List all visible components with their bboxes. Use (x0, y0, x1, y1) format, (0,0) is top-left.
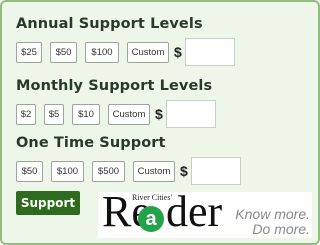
annual-currency-symbol: $ (174, 44, 182, 60)
onetime-option-custom[interactable]: Custom (133, 160, 175, 182)
logo-der: der (166, 187, 223, 236)
monthly-option-custom[interactable]: Custom (108, 103, 150, 125)
onetime-option-500[interactable]: $500 (92, 160, 125, 182)
support-widget: Annual Support Levels $25 $50 $100 Custo… (0, 0, 320, 245)
monthly-heading: Monthly Support Levels (16, 78, 213, 94)
monthly-section: Monthly Support Levels $2 $5 $10 Custom … (16, 78, 216, 128)
monthly-option-5[interactable]: $5 (44, 103, 64, 125)
monthly-options: $2 $5 $10 Custom $ (16, 100, 216, 128)
ad-tagline: Know more. Do more. (235, 207, 310, 237)
onetime-section: One Time Support $50 $100 $500 Custom $ (16, 135, 241, 185)
onetime-heading: One Time Support (16, 135, 166, 151)
tagline-line-1: Know more. (235, 206, 310, 222)
onetime-option-50[interactable]: $50 (16, 160, 43, 182)
onetime-option-100[interactable]: $100 (51, 160, 84, 182)
monthly-option-10[interactable]: $10 (72, 103, 100, 125)
monthly-currency-symbol: $ (155, 106, 163, 122)
annual-option-50[interactable]: $50 (50, 41, 77, 63)
annual-option-25[interactable]: $25 (16, 41, 42, 63)
annual-section: Annual Support Levels $25 $50 $100 Custo… (16, 16, 235, 66)
annual-options: $25 $50 $100 Custom $ (16, 38, 235, 66)
monthly-option-2[interactable]: $2 (16, 103, 36, 125)
logo-at-icon: a (138, 206, 164, 232)
annual-custom-amount-input[interactable] (184, 38, 235, 66)
annual-option-100[interactable]: $100 (85, 41, 119, 63)
onetime-options: $50 $100 $500 Custom $ (16, 157, 241, 185)
river-cities-reader-ad[interactable]: River Cities' Re a der Know more. Do mor… (98, 187, 312, 238)
monthly-custom-amount-input[interactable] (165, 100, 216, 128)
annual-option-custom[interactable]: Custom (127, 41, 169, 63)
support-button[interactable]: Support (16, 191, 80, 215)
onetime-currency-symbol: $ (180, 163, 188, 179)
annual-heading: Annual Support Levels (16, 16, 203, 32)
onetime-custom-amount-input[interactable] (190, 157, 241, 185)
tagline-line-2: Do more. (252, 221, 310, 237)
